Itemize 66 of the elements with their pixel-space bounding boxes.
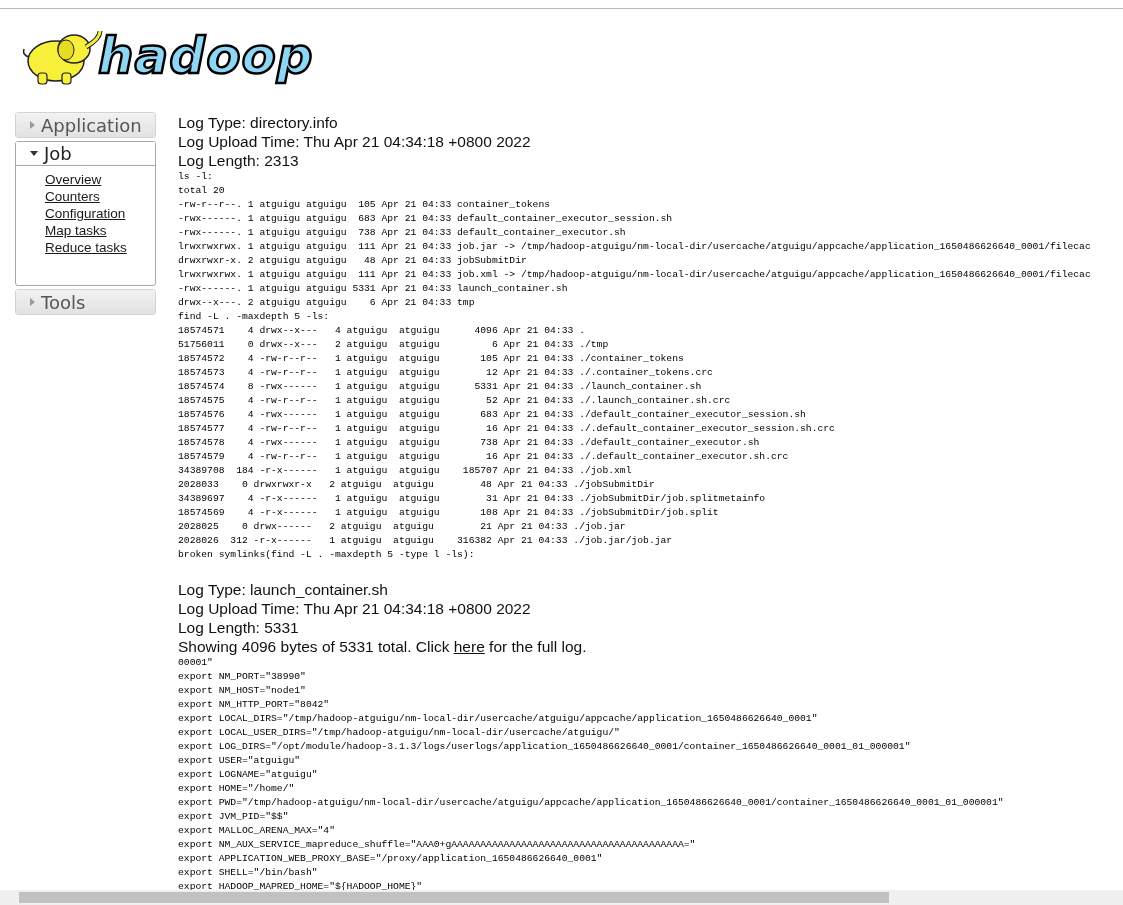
log-line: 00001" [178, 656, 213, 670]
log-length: Log Length: 2313 [178, 151, 300, 170]
log-line: -rw-r--r--. 1 atguigu atguigu 105 Apr 21 04:33 container_tokens [178, 198, 551, 212]
log-line: export HOME="/home/" [178, 782, 295, 796]
log-line: 18574573 4 -rw-r--r-- 1 atguigu atguigu 12 Apr 21 04:33 ./.container_tokens.crc [178, 366, 713, 380]
log-line: find -L . -maxdepth 5 -ls: [178, 310, 330, 324]
log-length: Log Length: 5331 [178, 618, 300, 637]
log-line: -rwx------. 1 atguigu atguigu 5331 Apr 21 04:33 launch_container.sh [178, 282, 568, 296]
log-line: 2028026 312 -r-x------ 1 atguigu atguigu 316382 Apr 21 04:33 ./job.jar/job.jar [178, 534, 673, 548]
log-line: -rwx------. 1 atguigu atguigu 738 Apr 21 04:33 default_container_executor.sh [178, 226, 626, 240]
sidebar-link[interactable]: Overview [45, 171, 102, 188]
sidebar-link[interactable]: Configuration [45, 205, 126, 222]
log-upload-time: Log Upload Time: Thu Apr 21 04:34:18 +0800 2022 [178, 599, 532, 618]
logo-wordmark: hadoop [98, 28, 314, 84]
log-line: 18574576 4 -rwx------ 1 atguigu atguigu 683 Apr 21 04:33 ./default_container_executor_session.sh [178, 408, 806, 422]
log-line: 34389708 184 -r-x------ 1 atguigu atguigu 185707 Apr 21 04:33 ./job.xml [178, 464, 632, 478]
log-line: 18574575 4 -rw-r--r-- 1 atguigu atguigu 52 Apr 21 04:33 ./.launch_container.sh.crc [178, 394, 731, 408]
log-line: export NM_PORT="38990" [178, 670, 306, 684]
log-line: 2028025 0 drwx------ 2 atguigu atguigu 21 Apr 21 04:33 ./job.jar [178, 520, 626, 534]
log-line: lrwxrwxrwx. 1 atguigu atguigu 111 Apr 21 04:33 job.jar -> /tmp/hadoop-atguigu/nm-local-dir/usercache/atguigu/appcache/application_1650486626640_0001/filecac [178, 240, 1091, 254]
log-type: Log Type: directory.info [178, 113, 339, 132]
log-notice: Showing 4096 bytes of 5331 total. Click here for the full log. [178, 637, 588, 656]
log-line: 34389697 4 -r-x------ 1 atguigu atguigu 31 Apr 21 04:33 ./jobSubmitDir/job.splitmetainfo [178, 492, 766, 506]
log-line: export SHELL="/bin/bash" [178, 866, 318, 880]
log-type: Log Type: launch_container.sh [178, 580, 389, 599]
full-log-link[interactable]: here [453, 638, 485, 655]
sidebar-section-header[interactable]: Application [16, 113, 155, 137]
log-upload-time: Log Upload Time: Thu Apr 21 04:34:18 +0800 2022 [178, 132, 532, 151]
log-line: 2028033 0 drwxrwxr-x 2 atguigu atguigu 48 Apr 21 04:33 ./jobSubmitDir [178, 478, 655, 492]
log-line: drwxrwxr-x. 2 atguigu atguigu 48 Apr 21 04:33 jobSubmitDir [178, 254, 527, 268]
log-line: 51756011 0 drwx--x--- 2 atguigu atguigu 6 Apr 21 04:33 ./tmp [178, 338, 609, 352]
caret-right-icon [30, 121, 35, 129]
sidebar-section-header[interactable]: Tools [16, 290, 155, 314]
log-line: export NM_HOST="node1" [178, 684, 306, 698]
log-line: export NM_HTTP_PORT="8042" [178, 698, 330, 712]
sidebar-link[interactable]: Counters [45, 188, 100, 205]
caret-right-icon [30, 298, 35, 306]
horizontal-scrollbar[interactable] [0, 890, 1123, 905]
log-line: 18574569 4 -r-x------ 1 atguigu atguigu 108 Apr 21 04:33 ./jobSubmitDir/job.split [178, 506, 719, 520]
log-line: -rwx------. 1 atguigu atguigu 683 Apr 21 04:33 default_container_executor_session.sh [178, 212, 673, 226]
log-line: 18574571 4 drwx--x--- 4 atguigu atguigu 4096 Apr 21 04:33 . [178, 324, 585, 338]
log-line: export PWD="/tmp/hadoop-atguigu/nm-local-dir/usercache/atguigu/appcache/application_1650486626640_0001/container_1650486626640_0001_01_000001" [178, 796, 1004, 810]
log-line: export APPLICATION_WEB_PROXY_BASE="/proxy/application_1650486626640_0001" [178, 852, 603, 866]
log-line: export JVM_PID="$$" [178, 810, 289, 824]
log-line: export USER="atguigu" [178, 754, 301, 768]
log-line: 18574579 4 -rw-r--r-- 1 atguigu atguigu 16 Apr 21 04:33 ./.default_container_executor.sh.crc [178, 450, 789, 464]
log-line: export LOCAL_USER_DIRS="/tmp/hadoop-atguigu/nm-local-dir/usercache/atguigu/" [178, 726, 620, 740]
sidebar-link[interactable]: Map tasks [45, 222, 107, 239]
caret-down-icon [30, 151, 38, 156]
sidebar-section-header[interactable]: Job [16, 142, 155, 166]
log-line: export NM_AUX_SERVICE_mapreduce_shuffle="AAA0+gAAAAAAAAAAAAAAAAAAAAAAAAAAAAAAAAAAAAAAAA=" [178, 838, 696, 852]
log-line: 18574578 4 -rwx------ 1 atguigu atguigu 738 Apr 21 04:33 ./default_container_executor.sh [178, 436, 760, 450]
log-line: ls -l: [178, 170, 213, 184]
log-line: export LOGNAME="atguigu" [178, 768, 318, 782]
log-line: 18574572 4 -rw-r--r-- 1 atguigu atguigu 105 Apr 21 04:33 ./container_tokens [178, 352, 684, 366]
log-line: export MALLOC_ARENA_MAX="4" [178, 824, 335, 838]
log-line: drwx--x---. 2 atguigu atguigu 6 Apr 21 04:33 tmp [178, 296, 475, 310]
scrollbar-thumb[interactable] [19, 892, 889, 903]
log-line: 18574574 8 -rwx------ 1 atguigu atguigu 5331 Apr 21 04:33 ./launch_container.sh [178, 380, 702, 394]
log-line: export LOCAL_DIRS="/tmp/hadoop-atguigu/nm-local-dir/usercache/atguigu/appcache/application_1650486626640_0001" [178, 712, 818, 726]
log-line: export LOG_DIRS="/opt/module/hadoop-3.1.3/logs/userlogs/application_1650486626640_0001/container_1650486626640_0001_01_000001" [178, 740, 911, 754]
log-line: total 20 [178, 184, 225, 198]
log-line: lrwxrwxrwx. 1 atguigu atguigu 111 Apr 21 04:33 job.xml -> /tmp/hadoop-atguigu/nm-local-dir/usercache/atguigu/appcache/application_1650486626640_0001/filecac [178, 268, 1091, 282]
log-line: 18574577 4 -rw-r--r-- 1 atguigu atguigu 16 Apr 21 04:33 ./.default_container_executor_session.sh.crc [178, 422, 835, 436]
sidebar-link[interactable]: Reduce tasks [45, 239, 127, 256]
log-line: broken symlinks(find -L . -maxdepth 5 -type l -ls): [178, 548, 475, 562]
